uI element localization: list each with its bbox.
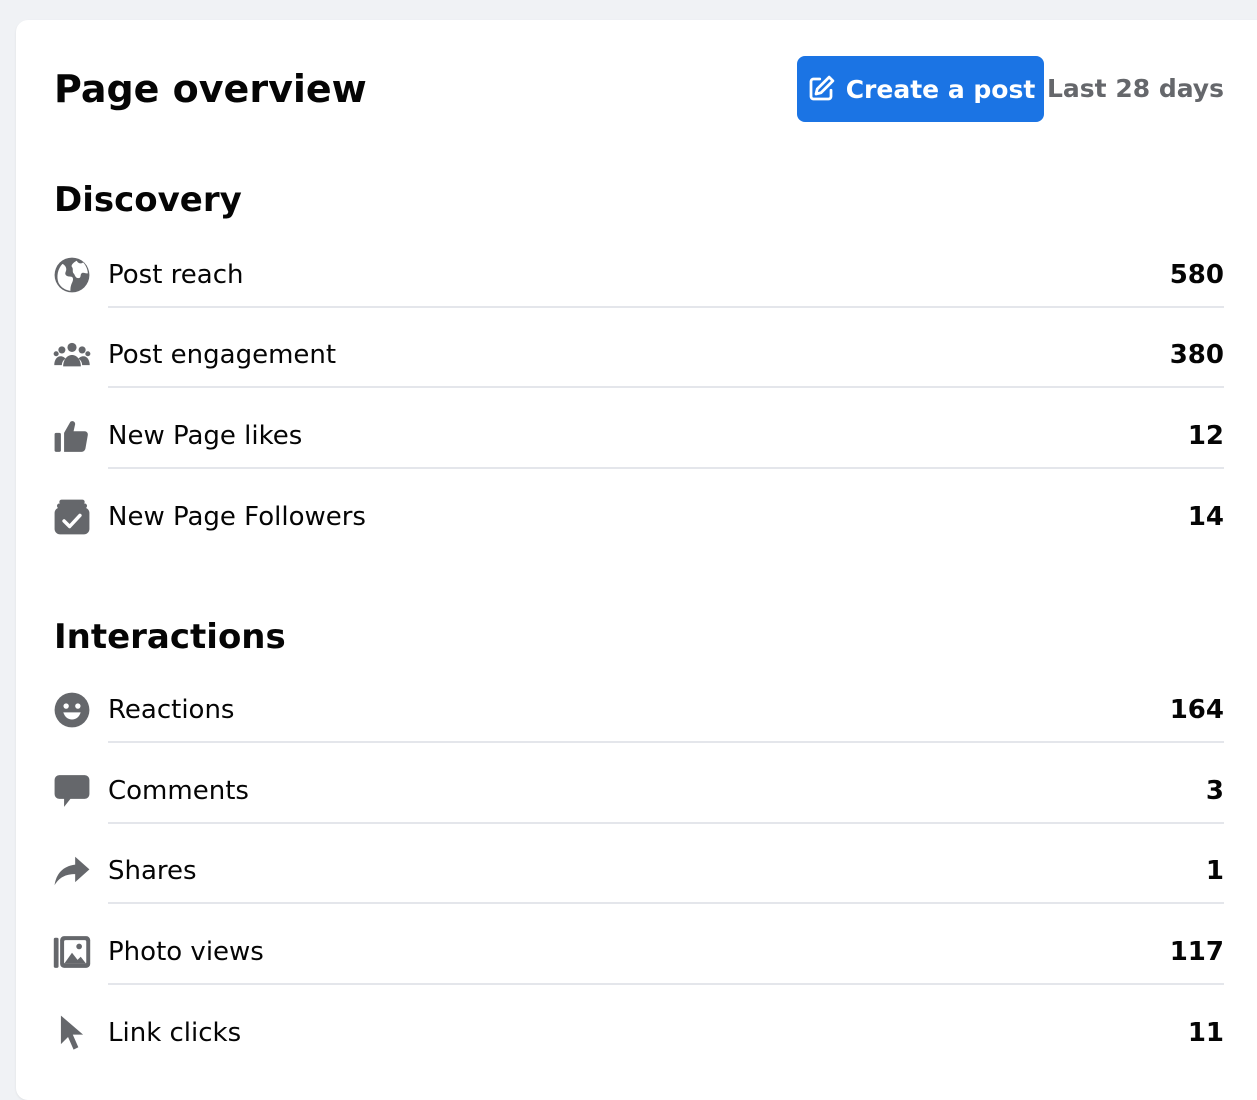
cursor-pointer-icon [52, 1013, 92, 1053]
metric-value: 14 [1187, 502, 1224, 532]
metric-label: New Page Followers [108, 502, 366, 532]
metric-row-comments[interactable]: Comments 3 [52, 762, 1224, 824]
metric-label: Reactions [108, 695, 235, 725]
share-arrow-icon [52, 851, 92, 891]
discovery-title: Discovery [54, 180, 242, 220]
smiley-icon [52, 690, 92, 730]
create-post-button[interactable]: Create a post [797, 56, 1044, 122]
metric-value: 117 [1169, 937, 1224, 967]
metric-row-post-reach[interactable]: Post reach 580 [52, 246, 1224, 308]
metric-row-link-clicks[interactable]: Link clicks 11 [52, 1004, 1224, 1064]
metric-row-post-engagement[interactable]: Post engagement 380 [52, 326, 1224, 388]
overview-header: Page overview Create a post Last 28 days [54, 56, 1224, 122]
metric-value: 380 [1169, 340, 1224, 370]
metric-row-photo-views[interactable]: Photo views 117 [52, 923, 1224, 985]
thumbs-up-icon [52, 416, 92, 456]
metric-label: Post engagement [108, 340, 337, 370]
metric-label: Photo views [108, 937, 264, 967]
follow-check-icon [52, 497, 92, 537]
metric-row-reactions[interactable]: Reactions 164 [52, 681, 1224, 743]
metric-label: Link clicks [108, 1018, 242, 1048]
metric-value: 11 [1187, 1018, 1224, 1048]
metric-value: 3 [1205, 776, 1224, 806]
page-overview-card: Page overview Create a post Last 28 days… [16, 20, 1257, 1100]
metric-value: 580 [1169, 260, 1224, 290]
photo-stack-icon [52, 932, 92, 972]
page-title: Page overview [54, 67, 367, 111]
metric-label: New Page likes [108, 421, 303, 451]
metric-row-new-page-followers[interactable]: New Page Followers 14 [52, 488, 1224, 548]
metric-row-shares[interactable]: Shares 1 [52, 842, 1224, 904]
comment-bubble-icon [52, 771, 92, 811]
metric-value: 12 [1187, 421, 1224, 451]
metric-label: Post reach [108, 260, 244, 290]
globe-icon [52, 255, 92, 295]
people-group-icon [52, 335, 92, 375]
metric-row-new-page-likes[interactable]: New Page likes 12 [52, 407, 1224, 469]
metric-value: 164 [1169, 695, 1224, 725]
edit-icon [806, 74, 836, 104]
metric-label: Comments [108, 776, 249, 806]
create-post-label: Create a post [845, 74, 1036, 104]
metric-label: Shares [108, 856, 197, 886]
interactions-title: Interactions [54, 617, 286, 657]
date-range-label[interactable]: Last 28 days [1047, 74, 1224, 103]
metric-value: 1 [1205, 856, 1224, 886]
